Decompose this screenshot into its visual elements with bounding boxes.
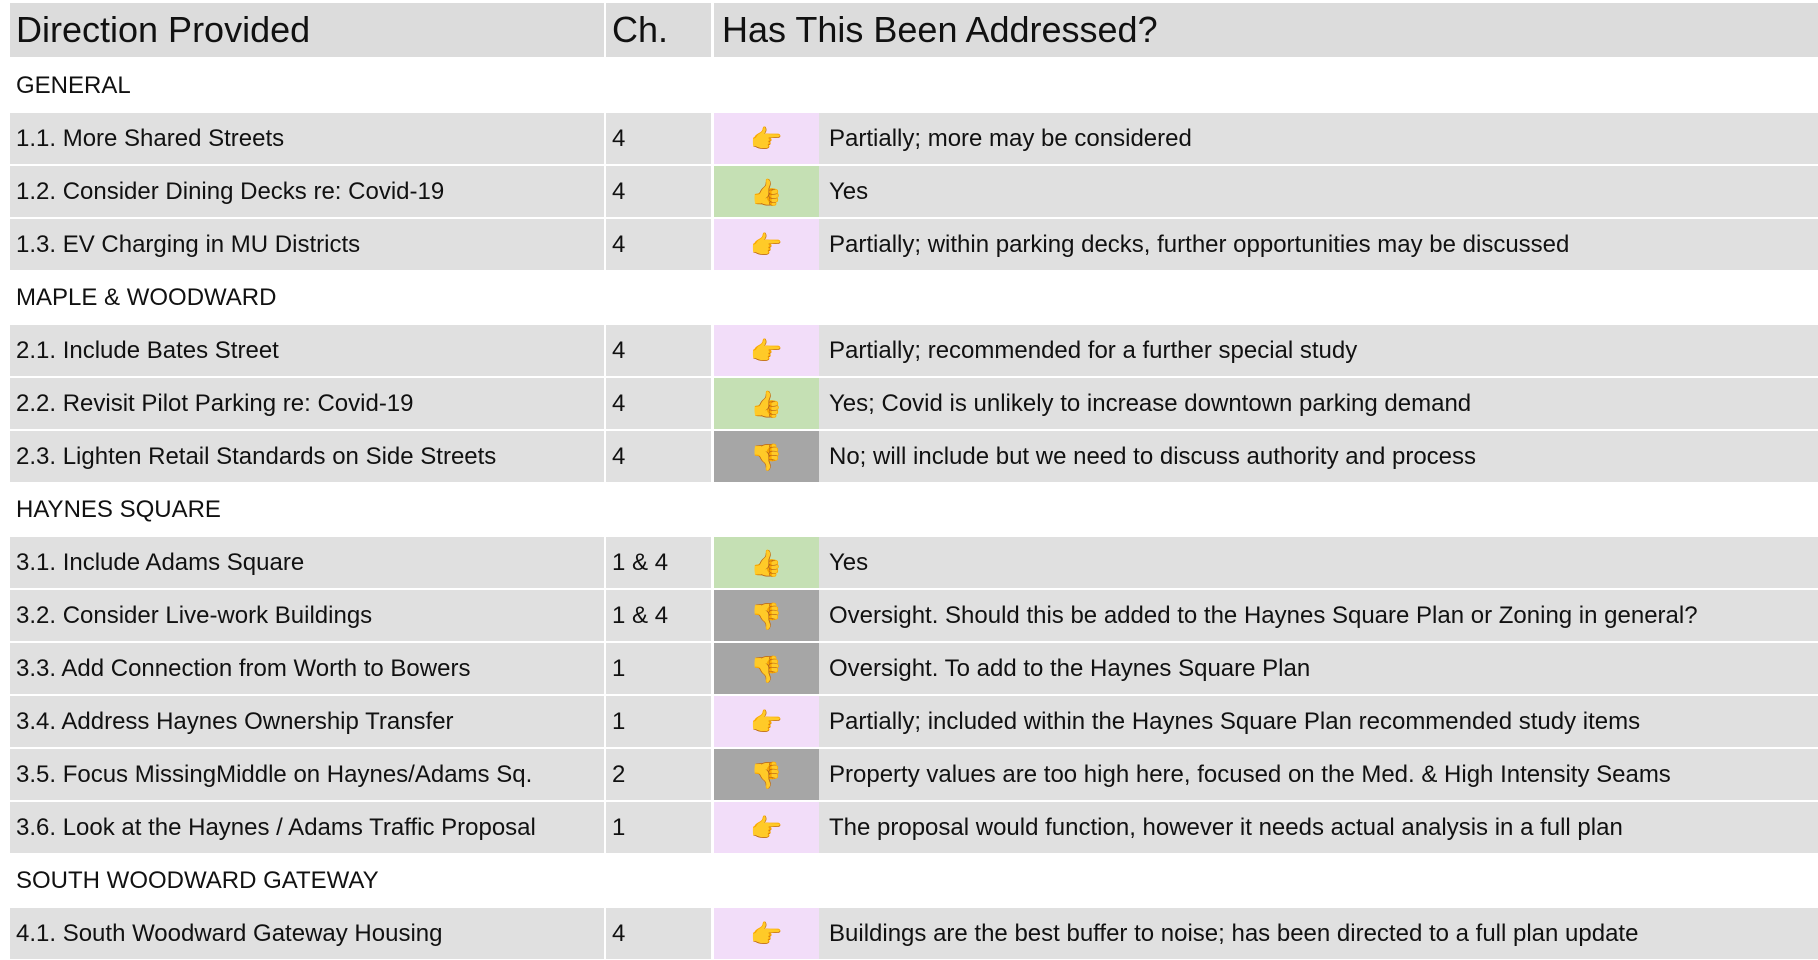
status-cell: 👍 xyxy=(714,166,819,217)
table-row: 4.1. South Woodward Gateway Housing 4 👉 Bui… xyxy=(10,908,1818,959)
chapter-cell: 4 xyxy=(606,166,711,217)
chapter-cell: 1 xyxy=(606,696,711,747)
point-right-icon: 👉 xyxy=(750,123,783,154)
chapter-cell: 2 xyxy=(606,749,711,800)
chapter-cell: 4 xyxy=(606,219,711,270)
table-row: 3.3. Add Connection from Worth to Bowers… xyxy=(10,643,1818,694)
answer-cell: Property values are too high here, focus… xyxy=(819,749,1818,800)
status-cell: 👍 xyxy=(714,378,819,429)
point-right-icon: 👉 xyxy=(750,706,783,737)
point-right-icon: 👉 xyxy=(750,229,783,260)
direction-cell: 3.6. Look at the Haynes / Adams Traffic … xyxy=(10,802,604,853)
direction-cell: 3.4. Address Haynes Ownership Transfer xyxy=(10,696,604,747)
point-right-icon: 👉 xyxy=(750,918,783,949)
section-header: GENERAL xyxy=(10,60,1818,111)
direction-cell: 4.1. South Woodward Gateway Housing xyxy=(10,908,604,959)
chapter-cell: 1 xyxy=(606,643,711,694)
thumbs-up-icon: 👍 xyxy=(750,547,783,578)
section-header: HAYNES SQUARE xyxy=(10,484,1818,535)
table-row: 3.6. Look at the Haynes / Adams Traffic … xyxy=(10,802,1818,853)
direction-cell: 3.3. Add Connection from Worth to Bowers xyxy=(10,643,604,694)
direction-cell: 3.5. Focus MissingMiddle on Haynes/Adams… xyxy=(10,749,604,800)
direction-cell: 1.2. Consider Dining Decks re: Covid-19 xyxy=(10,166,604,217)
status-cell: 👉 xyxy=(714,113,819,164)
table-row: 1.3. EV Charging in MU Districts 4 👉 Partia… xyxy=(10,219,1818,270)
section-title: HAYNES SQUARE xyxy=(10,484,1818,535)
direction-cell: 1.3. EV Charging in MU Districts xyxy=(10,219,604,270)
chapter-cell: 4 xyxy=(606,431,711,482)
table-row: 3.4. Address Haynes Ownership Transfer 1 👉… xyxy=(10,696,1818,747)
answer-cell: Partially; more may be considered xyxy=(819,113,1818,164)
table-row: 1.2. Consider Dining Decks re: Covid-19 4… xyxy=(10,166,1818,217)
chapter-cell: 1 & 4 xyxy=(606,537,711,588)
direction-cell: 2.1. Include Bates Street xyxy=(10,325,604,376)
answer-cell: Oversight. To add to the Haynes Square P… xyxy=(819,643,1818,694)
table-row: 3.1. Include Adams Square 1 & 4 👍 Yes xyxy=(10,537,1818,588)
direction-cell: 2.3. Lighten Retail Standards on Side St… xyxy=(10,431,604,482)
chapter-cell: 1 xyxy=(606,802,711,853)
header-direction: Direction Provided xyxy=(10,3,604,57)
status-cell: 👎 xyxy=(714,643,819,694)
section-title: SOUTH WOODWARD GATEWAY xyxy=(10,855,1818,906)
status-cell: 👉 xyxy=(714,802,819,853)
chapter-cell: 1 & 4 xyxy=(606,590,711,641)
table-body: GENERAL 1.1. More Shared Streets 4 👉 Partial… xyxy=(10,60,1818,959)
status-cell: 👍 xyxy=(714,537,819,588)
thumbs-down-icon: 👎 xyxy=(750,653,783,684)
section-title: MAPLE & WOODWARD xyxy=(10,272,1818,323)
chapter-cell: 4 xyxy=(606,378,711,429)
thumbs-up-icon: 👍 xyxy=(750,176,783,207)
status-cell: 👉 xyxy=(714,696,819,747)
thumbs-down-icon: 👎 xyxy=(750,600,783,631)
table-row: 2.1. Include Bates Street 4 👉 Partially; re… xyxy=(10,325,1818,376)
answer-cell: Partially; recommended for a further spe… xyxy=(819,325,1818,376)
answer-cell: Buildings are the best buffer to noise; … xyxy=(819,908,1818,959)
direction-cell: 1.1. More Shared Streets xyxy=(10,113,604,164)
answer-cell: Oversight. Should this be added to the H… xyxy=(819,590,1818,641)
directions-table: Direction Provided Ch. Has This Been Add… xyxy=(10,3,1818,959)
table-header: Direction Provided Ch. Has This Been Add… xyxy=(10,3,1818,57)
chapter-cell: 4 xyxy=(606,325,711,376)
status-cell: 👎 xyxy=(714,590,819,641)
chapter-cell: 4 xyxy=(606,908,711,959)
status-cell: 👎 xyxy=(714,431,819,482)
thumbs-down-icon: 👎 xyxy=(750,441,783,472)
thumbs-down-icon: 👎 xyxy=(750,759,783,790)
table-row: 1.1. More Shared Streets 4 👉 Partially; mor… xyxy=(10,113,1818,164)
table-row: 3.2. Consider Live-work Buildings 1 & 4 👎 O… xyxy=(10,590,1818,641)
answer-cell: Yes xyxy=(819,166,1818,217)
status-cell: 👉 xyxy=(714,219,819,270)
point-right-icon: 👉 xyxy=(750,335,783,366)
answer-cell: Yes xyxy=(819,537,1818,588)
status-cell: 👉 xyxy=(714,908,819,959)
direction-cell: 2.2. Revisit Pilot Parking re: Covid-19 xyxy=(10,378,604,429)
table-row: 2.3. Lighten Retail Standards on Side St… xyxy=(10,431,1818,482)
answer-cell: No; will include but we need to discuss … xyxy=(819,431,1818,482)
status-cell: 👎 xyxy=(714,749,819,800)
answer-cell: Partially; included within the Haynes Sq… xyxy=(819,696,1818,747)
header-chapter: Ch. xyxy=(606,3,711,57)
table-row: 3.5. Focus MissingMiddle on Haynes/Adams… xyxy=(10,749,1818,800)
status-cell: 👉 xyxy=(714,325,819,376)
table-row: 2.2. Revisit Pilot Parking re: Covid-19 4… xyxy=(10,378,1818,429)
answer-cell: Yes; Covid is unlikely to increase downt… xyxy=(819,378,1818,429)
header-addressed: Has This Been Addressed? xyxy=(714,3,1818,57)
section-header: SOUTH WOODWARD GATEWAY xyxy=(10,855,1818,906)
answer-cell: Partially; within parking decks, further… xyxy=(819,219,1818,270)
section-title: GENERAL xyxy=(10,60,1818,111)
section-header: MAPLE & WOODWARD xyxy=(10,272,1818,323)
thumbs-up-icon: 👍 xyxy=(750,388,783,419)
direction-cell: 3.1. Include Adams Square xyxy=(10,537,604,588)
answer-cell: The proposal would function, however it … xyxy=(819,802,1818,853)
direction-cell: 3.2. Consider Live-work Buildings xyxy=(10,590,604,641)
chapter-cell: 4 xyxy=(606,113,711,164)
point-right-icon: 👉 xyxy=(750,812,783,843)
